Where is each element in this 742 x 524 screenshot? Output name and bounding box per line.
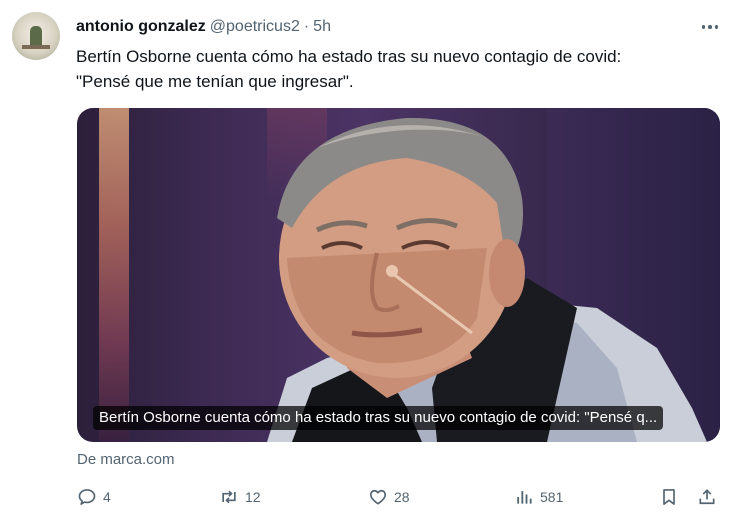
- avatar[interactable]: [12, 12, 60, 60]
- reply-button[interactable]: 4: [77, 484, 111, 510]
- like-button[interactable]: 28: [368, 484, 410, 510]
- views-count: 581: [540, 489, 564, 505]
- link-card[interactable]: Bertín Osborne cuenta cómo ha estado tra…: [77, 108, 720, 442]
- reply-icon: [78, 489, 96, 505]
- like-count: 28: [394, 489, 410, 505]
- tweet-header: antonio gonzalez @poetricus2 · 5h: [76, 16, 331, 38]
- card-caption: Bertín Osborne cuenta cómo ha estado tra…: [93, 406, 664, 430]
- tweet-text-line: "Pensé que me tenían que ingresar".: [76, 72, 354, 91]
- repost-button[interactable]: 12: [219, 484, 261, 510]
- timestamp[interactable]: 5h: [313, 18, 331, 36]
- card-image: [267, 117, 707, 442]
- reply-count: 4: [103, 489, 111, 505]
- bookmark-icon: [663, 489, 675, 505]
- more-icon[interactable]: [698, 16, 722, 38]
- action-bar: 4 12 28 581: [77, 484, 722, 510]
- tweet-text-line: Bertín Osborne cuenta cómo ha estado tra…: [76, 47, 622, 66]
- separator: ·: [303, 18, 310, 35]
- share-button[interactable]: [697, 484, 717, 510]
- author-handle[interactable]: @poetricus2: [210, 18, 300, 36]
- author-name[interactable]: antonio gonzalez: [76, 18, 206, 36]
- views-icon: [517, 491, 532, 504]
- views-button[interactable]: 581: [514, 484, 563, 510]
- like-icon: [369, 489, 387, 505]
- repost-icon: [222, 490, 236, 504]
- repost-count: 12: [245, 489, 261, 505]
- tweet[interactable]: antonio gonzalez @poetricus2 · 5h Bertín…: [0, 0, 742, 524]
- share-icon: [699, 489, 715, 505]
- tweet-text: Bertín Osborne cuenta cómo ha estado tra…: [76, 44, 716, 94]
- card-source[interactable]: De marca.com: [77, 451, 175, 468]
- bookmark-button[interactable]: [659, 484, 679, 510]
